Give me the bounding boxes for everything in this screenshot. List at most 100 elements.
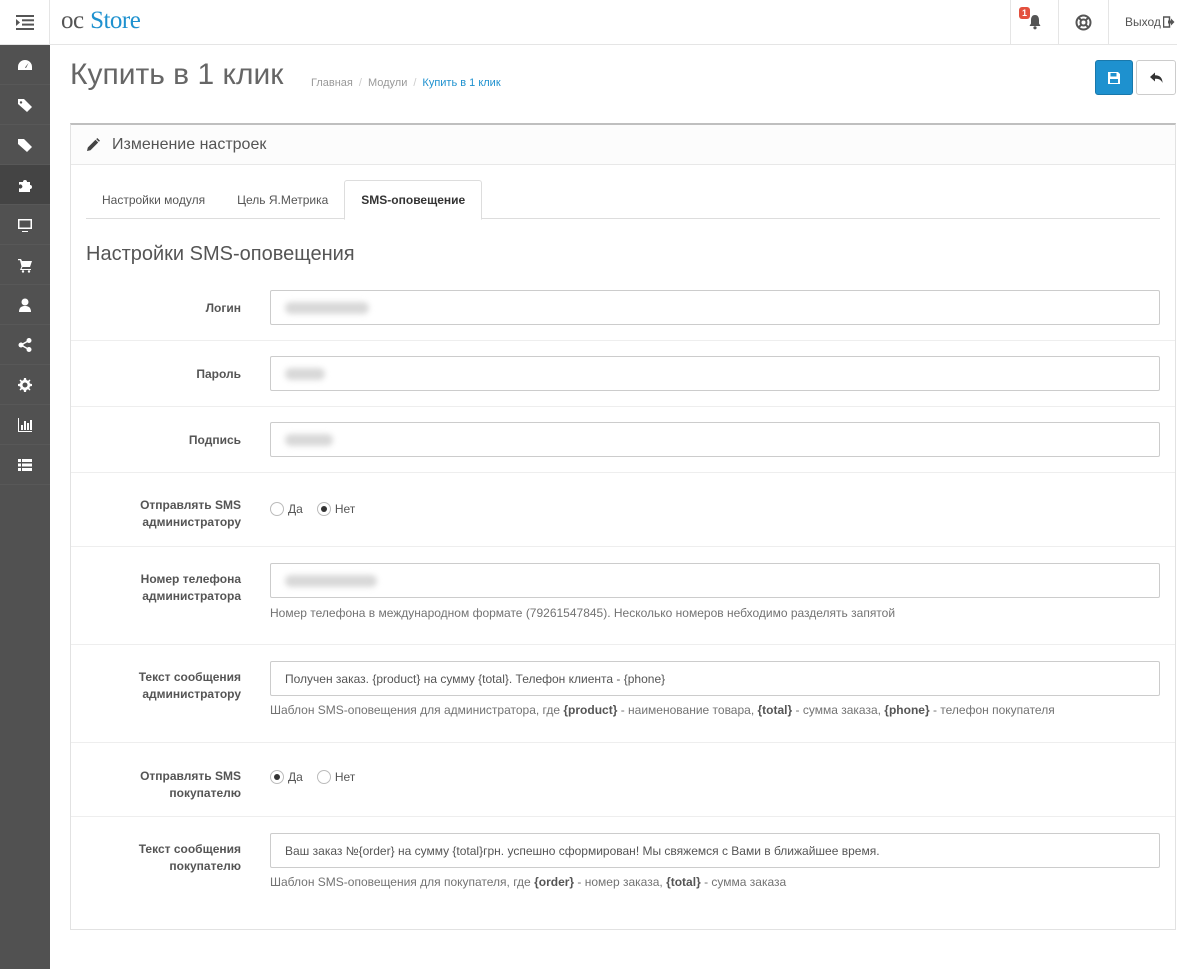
- send-customer-no-radio[interactable]: [316, 770, 331, 784]
- breadcrumb-home[interactable]: Главная: [311, 77, 353, 89]
- send-customer-label-line2: покупателю: [169, 786, 241, 800]
- admin-message-input[interactable]: Получен заказ. {product} на сумму {total…: [270, 661, 1160, 696]
- tags-icon: [18, 98, 32, 112]
- send-admin-yes-option[interactable]: Да: [270, 502, 303, 516]
- help-text-part: - наименование товара,: [617, 703, 758, 717]
- sidebar-item-design[interactable]: [0, 205, 50, 245]
- form-row-customer-message: Текст сообщения покупателю Ваш заказ №{o…: [71, 817, 1175, 915]
- notifications-button[interactable]: 1: [1010, 0, 1058, 44]
- signature-input[interactable]: [270, 422, 1160, 457]
- send-customer-yes-option[interactable]: Да: [270, 770, 303, 784]
- send-admin-yes-radio[interactable]: [270, 502, 284, 516]
- help-text-part: - сумма заказа: [700, 875, 787, 889]
- sidebar-item-dashboard[interactable]: [0, 45, 50, 85]
- help-placeholder-total: {total}: [666, 875, 701, 889]
- customer-message-help: Шаблон SMS-оповещения для покупателя, гд…: [270, 875, 786, 889]
- form-row-admin-message: Текст сообщения администратору Получен з…: [71, 645, 1175, 743]
- help-placeholder-order: {order}: [534, 875, 575, 889]
- login-label: Логин: [205, 301, 241, 315]
- back-button[interactable]: [1136, 60, 1176, 95]
- tab-module-settings[interactable]: Настройки модуля: [86, 180, 221, 219]
- sidebar-item-system[interactable]: [0, 365, 50, 405]
- tags-icon: [18, 138, 32, 152]
- reply-arrow-icon: [1149, 72, 1162, 83]
- admin-message-help: Шаблон SMS-оповещения для администратора…: [270, 703, 1055, 717]
- login-input[interactable]: [270, 290, 1160, 325]
- send-admin-radio-group: Да Нет: [270, 502, 355, 516]
- send-admin-no-option[interactable]: Нет: [316, 502, 356, 516]
- page-title: Купить в 1 клик: [70, 58, 284, 91]
- sidebar-nav: [0, 45, 50, 969]
- send-customer-label-line1: Отправлять SMS: [140, 769, 241, 783]
- help-button[interactable]: [1058, 0, 1108, 44]
- form-row-signature: Подпись: [71, 407, 1175, 473]
- bar-chart-icon: [18, 417, 32, 432]
- help-text-part: - телефон покупателя: [929, 703, 1055, 717]
- radio-label-yes: Да: [288, 502, 303, 516]
- sidebar-item-customers[interactable]: [0, 285, 50, 325]
- section-title: Настройки SMS-оповещения: [86, 243, 355, 265]
- menu-toggle-button[interactable]: [0, 0, 50, 44]
- list-icon: [18, 458, 32, 471]
- blurred-value: [285, 574, 377, 587]
- admin-message-label-line1: Текст сообщения: [138, 670, 241, 684]
- help-placeholder-total: {total}: [757, 703, 793, 717]
- customer-message-label: Текст сообщения покупателю: [71, 841, 241, 875]
- settings-panel: Изменение настроек Настройки модуля Цель…: [70, 123, 1176, 930]
- form-row-login: Логин: [71, 274, 1175, 341]
- radio-label-no: Нет: [334, 502, 356, 516]
- admin-phone-input[interactable]: [270, 563, 1160, 598]
- send-customer-yes-radio[interactable]: [270, 770, 284, 784]
- sidebar-item-extensions-tags[interactable]: [0, 125, 50, 165]
- radio-label-yes: Да: [288, 770, 303, 784]
- sidebar-item-marketing[interactable]: [0, 325, 50, 365]
- ocstore-logo[interactable]: oc Store: [61, 6, 141, 35]
- menu-indent-icon: [15, 14, 34, 30]
- customer-message-label-line2: покупателю: [169, 859, 241, 873]
- top-header: oc Store 1 Выход: [0, 0, 1177, 45]
- admin-phone-label: Номер телефона администратора: [71, 571, 241, 605]
- sidebar-item-list[interactable]: [0, 445, 50, 485]
- save-button[interactable]: [1095, 60, 1133, 95]
- sidebar-item-reports[interactable]: [0, 405, 50, 445]
- user-icon: [19, 298, 31, 312]
- panel-heading-title: Изменение настроек: [112, 135, 267, 153]
- breadcrumb-separator: /: [358, 77, 362, 89]
- help-text-part: - сумма заказа,: [792, 703, 885, 717]
- tab-sms-notification[interactable]: SMS-оповещение: [344, 180, 483, 220]
- sidebar-item-extensions[interactable]: [0, 165, 50, 205]
- help-placeholder-phone: {phone}: [884, 703, 930, 717]
- breadcrumb-current[interactable]: Купить в 1 клик: [422, 77, 500, 89]
- blurred-value: [285, 367, 325, 380]
- cart-icon: [18, 258, 32, 273]
- sidebar-item-sales[interactable]: [0, 245, 50, 285]
- notification-badge: 1: [1019, 7, 1031, 19]
- breadcrumb: Главная / Модули / Купить в 1 клик: [311, 77, 501, 89]
- logo-oc-text: oc: [61, 7, 84, 34]
- logo-store-text: Store: [90, 7, 141, 34]
- form-row-send-customer: Отправлять SMS покупателю Да Нет: [71, 743, 1175, 817]
- admin-phone-label-line1: Номер телефона: [140, 572, 241, 586]
- customer-message-label-line1: Текст сообщения: [138, 842, 241, 856]
- tab-bar: Настройки модуля Цель Я.Метрика SMS-опов…: [86, 180, 1160, 220]
- admin-phone-help: Номер телефона в международном формате (…: [270, 606, 896, 620]
- customer-message-input[interactable]: Ваш заказ №{order} на сумму {total}грн. …: [270, 833, 1160, 868]
- sidebar-item-catalog[interactable]: [0, 85, 50, 125]
- send-customer-no-option[interactable]: Нет: [316, 770, 355, 784]
- monitor-icon: [18, 218, 32, 232]
- send-admin-no-radio[interactable]: [316, 502, 331, 516]
- pencil-icon: [87, 137, 100, 151]
- password-input[interactable]: [270, 356, 1160, 391]
- breadcrumb-modules[interactable]: Модули: [368, 77, 407, 89]
- tab-yandex-metrika-goal[interactable]: Цель Я.Метрика: [221, 180, 344, 219]
- puzzle-icon: [19, 179, 32, 192]
- logout-button[interactable]: Выход: [1108, 0, 1177, 44]
- send-admin-label: Отправлять SMS администратору: [71, 497, 241, 531]
- help-text-part: Шаблон SMS-оповещения для покупателя, гд…: [270, 875, 535, 889]
- logout-label: Выход: [1125, 15, 1161, 29]
- admin-phone-label-line2: администратора: [142, 589, 241, 603]
- panel-heading: Изменение настроек: [71, 125, 1175, 165]
- password-label: Пароль: [196, 367, 241, 381]
- form-row-admin-phone: Номер телефона администратора Номер теле…: [71, 547, 1175, 645]
- life-ring-icon: [1075, 14, 1092, 30]
